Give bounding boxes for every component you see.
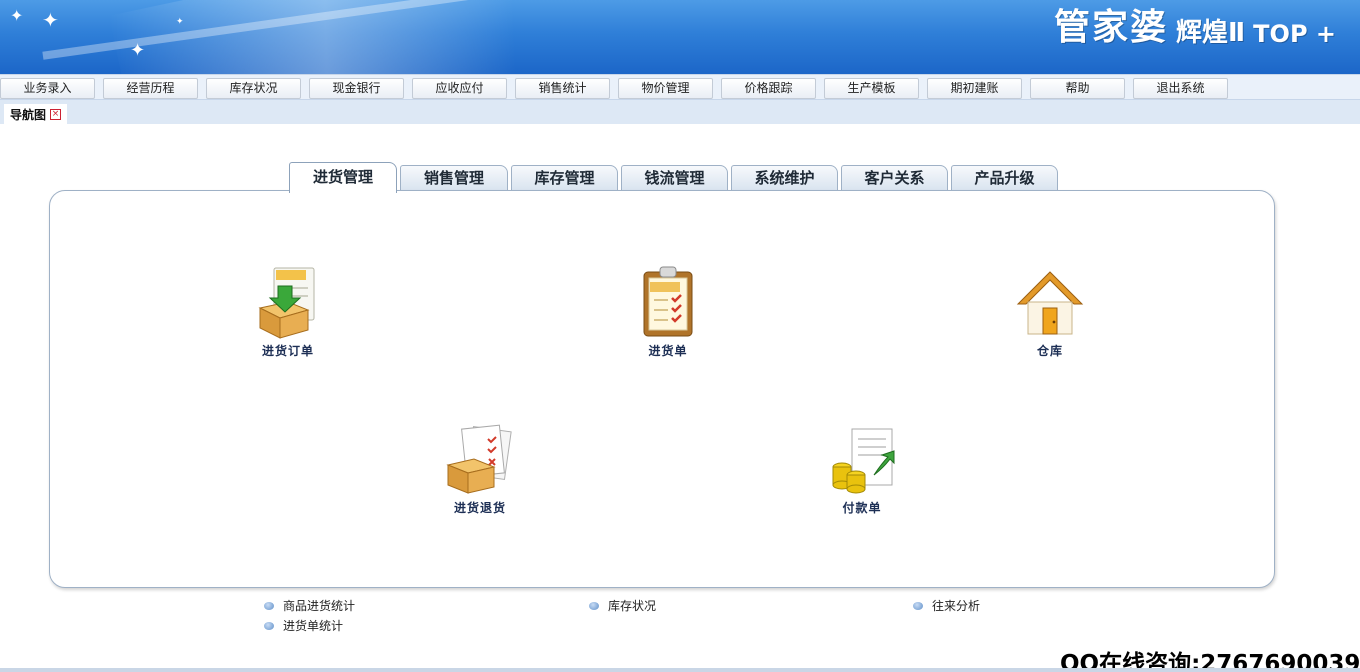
menu-item-operation-history[interactable]: 经营历程 <box>103 78 198 99</box>
top-menu-bar: 业务录入 经营历程 库存状况 现金银行 应收应付 销售统计 物价管理 价格跟踪 … <box>0 74 1360 100</box>
link-inventory-status-label: 库存状况 <box>608 599 657 613</box>
link-purchase-receipt-stats-label: 进货单统计 <box>283 619 344 633</box>
menu-item-inventory-status[interactable]: 库存状况 <box>206 78 301 99</box>
star-icon: ✦ <box>10 6 24 25</box>
purchase-receipt-label: 进货单 <box>648 344 688 358</box>
purchase-order-icon <box>258 267 315 339</box>
menu-item-help[interactable]: 帮助 <box>1030 78 1125 99</box>
menu-item-receivable-payable[interactable]: 应收应付 <box>412 78 507 99</box>
close-icon[interactable]: × <box>50 108 62 120</box>
payment-voucher-label: 付款单 <box>842 501 882 515</box>
link-account-analysis-label: 往来分析 <box>932 599 981 613</box>
menu-item-cash-bank[interactable]: 现金银行 <box>309 78 404 99</box>
star-icon: ✦ <box>42 8 59 32</box>
brand-suffix: TOP + <box>1253 20 1336 48</box>
tab-product-upgrade[interactable]: 产品升级 <box>951 165 1058 191</box>
bullet-icon <box>264 621 274 630</box>
tab-navigation-map[interactable]: 导航图 × <box>4 104 68 124</box>
tab-inventory-management[interactable]: 库存管理 <box>511 165 618 191</box>
brand-name: 管家婆 <box>1054 7 1169 48</box>
link-product-purchase-stats[interactable]: 商品进货统计 <box>264 597 355 614</box>
warehouse-house-icon <box>1016 271 1084 335</box>
payment-voucher-button[interactable]: 付款单 <box>792 421 932 516</box>
tab-cashflow-management[interactable]: 钱流管理 <box>621 165 728 191</box>
link-product-purchase-stats-label: 商品进货统计 <box>283 599 356 613</box>
menu-item-sales-stats[interactable]: 销售统计 <box>515 78 610 99</box>
purchase-return-label: 进货退货 <box>453 501 506 515</box>
purchase-return-icon <box>446 424 512 494</box>
warehouse-label: 仓库 <box>1036 344 1063 358</box>
menu-item-opening-accounts[interactable]: 期初建账 <box>927 78 1022 99</box>
brand-edition: 辉煌Ⅱ <box>1176 18 1246 48</box>
tab-sales-management[interactable]: 销售管理 <box>400 165 508 191</box>
brand-logo: 管家婆 辉煌Ⅱ TOP + <box>1054 7 1336 48</box>
tab-customer-relations[interactable]: 客户关系 <box>841 165 948 191</box>
link-purchase-receipt-stats[interactable]: 进货单统计 <box>264 617 343 634</box>
header-banner: ✦ ✦ ✦ ✦ 管家婆 辉煌Ⅱ TOP + <box>0 0 1360 74</box>
warehouse-button[interactable]: 仓库 <box>980 264 1120 359</box>
tab-navigation-map-label: 导航图 <box>10 107 47 122</box>
link-inventory-status[interactable]: 库存状况 <box>589 597 656 614</box>
menu-item-price-tracking[interactable]: 价格跟踪 <box>721 78 816 99</box>
tab-purchase-management[interactable]: 进货管理 <box>289 162 397 193</box>
link-account-analysis[interactable]: 往来分析 <box>913 597 980 614</box>
menu-item-price-management[interactable]: 物价管理 <box>618 78 713 99</box>
menu-item-exit-system[interactable]: 退出系统 <box>1133 78 1228 99</box>
purchase-return-button[interactable]: 进货退货 <box>410 421 550 516</box>
star-icon: ✦ <box>176 17 184 27</box>
bullet-icon <box>913 601 923 610</box>
star-icon: ✦ <box>130 40 146 61</box>
purchase-order-label: 进货订单 <box>261 344 314 358</box>
payment-coins-icon <box>832 428 895 494</box>
clipboard-checklist-icon <box>643 266 693 337</box>
document-tab-bar: 导航图 × <box>0 100 1360 124</box>
menu-item-production-template[interactable]: 生产模板 <box>824 78 919 99</box>
status-bar-strip <box>0 668 1360 672</box>
tab-system-maintenance[interactable]: 系统维护 <box>731 165 838 191</box>
module-panel <box>49 190 1275 588</box>
purchase-receipt-button[interactable]: 进货单 <box>598 264 738 359</box>
menu-item-business-entry[interactable]: 业务录入 <box>0 78 95 99</box>
bullet-icon <box>589 601 599 610</box>
purchase-order-button[interactable]: 进货订单 <box>218 264 358 359</box>
bullet-icon <box>264 601 274 610</box>
